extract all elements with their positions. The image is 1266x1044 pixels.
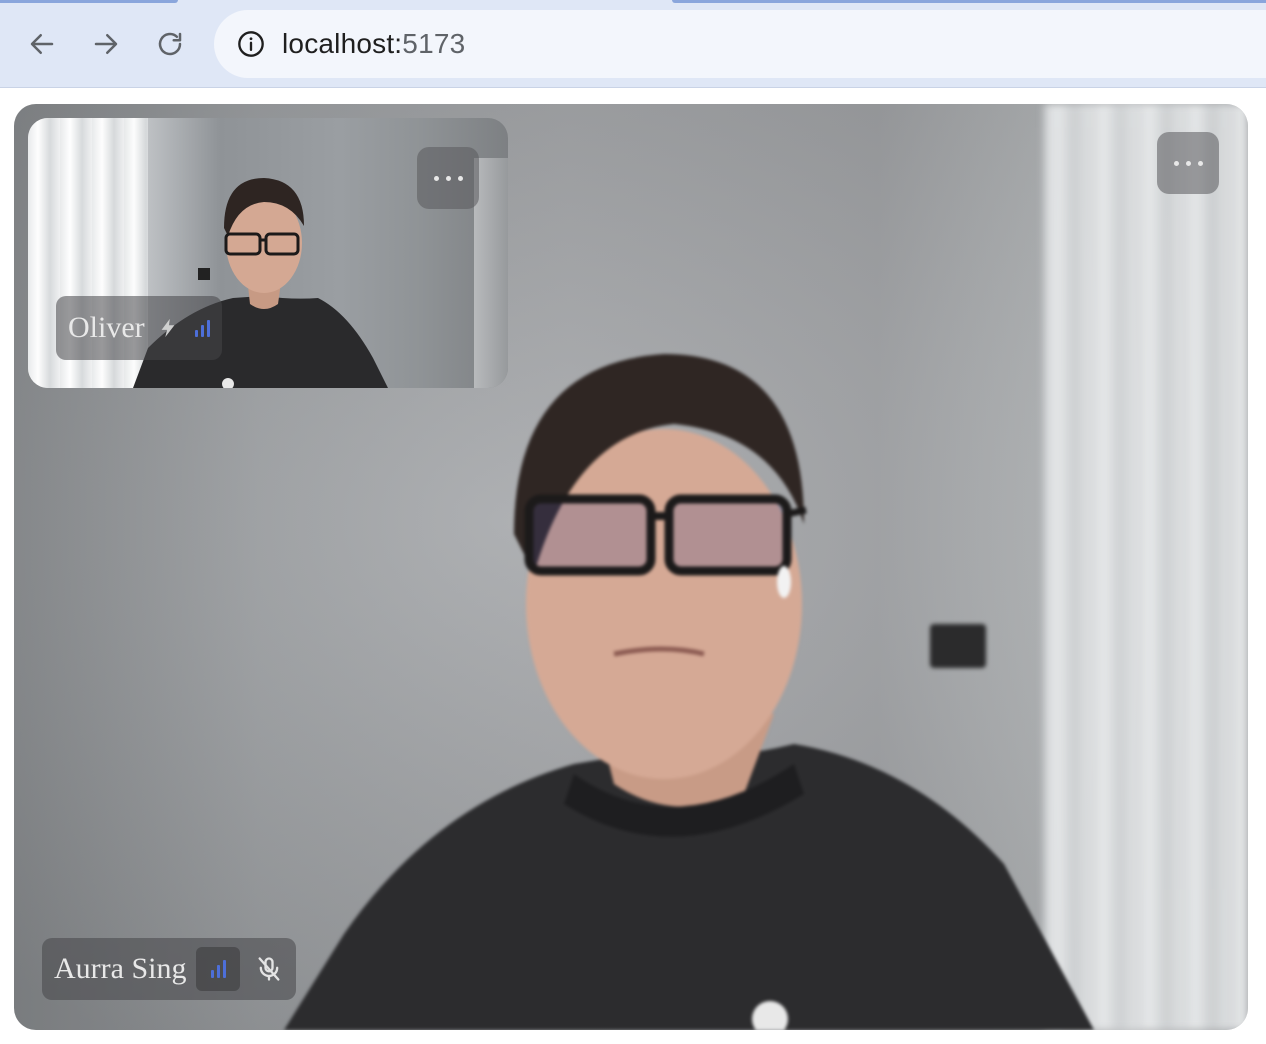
pip-participant-label: Oliver	[56, 296, 222, 360]
more-horizontal-icon	[1173, 160, 1179, 166]
pip-more-button[interactable]	[417, 147, 479, 209]
url-port: 5173	[402, 28, 466, 59]
url-text: localhost:5173	[282, 28, 465, 60]
signal-bars-icon	[194, 319, 210, 337]
main-more-button[interactable]	[1157, 132, 1219, 194]
more-horizontal-icon	[433, 175, 439, 181]
pip-video-tile[interactable]: Oliver	[28, 118, 508, 388]
back-button[interactable]	[18, 20, 66, 68]
lightning-icon	[157, 314, 179, 342]
more-dot	[457, 175, 463, 181]
browser-toolbar: localhost:5173	[0, 0, 1266, 88]
forward-button[interactable]	[82, 20, 130, 68]
tab-strip-left	[0, 0, 178, 3]
more-dot	[445, 175, 451, 181]
address-bar[interactable]: localhost:5173	[214, 10, 1266, 78]
url-host: localhost:	[282, 28, 403, 59]
signal-bars-icon	[196, 947, 241, 991]
site-info-icon[interactable]	[236, 29, 266, 59]
main-participant-label: Aurra Sing	[42, 938, 297, 1000]
participant-name: Oliver	[68, 311, 145, 344]
reload-button[interactable]	[146, 20, 194, 68]
participant-name: Aurra Sing	[54, 952, 187, 985]
tab-strip-right	[672, 0, 1266, 3]
arrow-left-icon	[30, 34, 54, 54]
more-dot	[1197, 160, 1203, 166]
arrow-right-icon	[94, 34, 118, 54]
mic-off-icon[interactable]	[254, 954, 284, 984]
reload-icon	[158, 32, 182, 56]
more-dot	[1185, 160, 1191, 166]
